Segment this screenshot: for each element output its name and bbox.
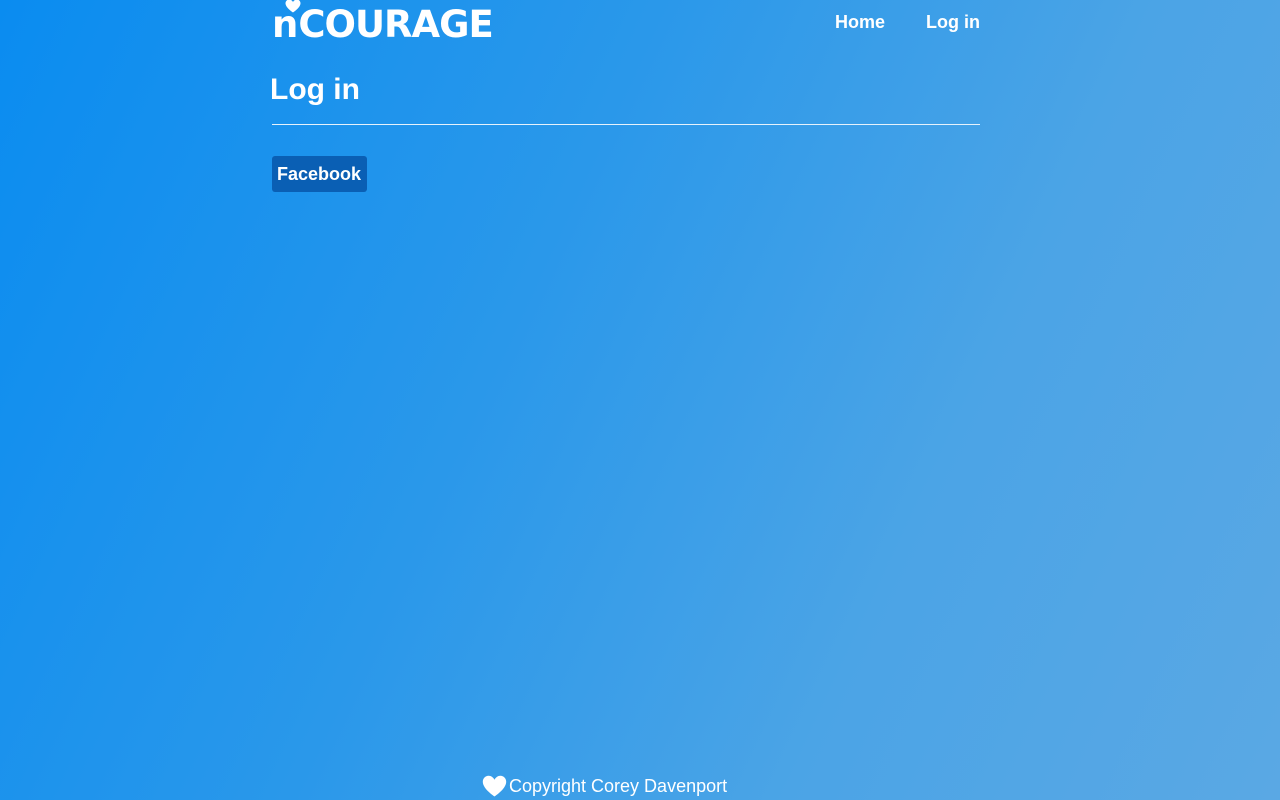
title-divider [272,124,980,125]
site-logo[interactable]: n COURAGE [272,0,494,46]
page-container: n COURAGE Home Log in Log in Facebook [270,0,980,192]
site-header: n COURAGE Home Log in [272,0,980,50]
logo-heart-icon [285,0,301,13]
copyright-text: Copyright Corey Davenport [509,776,728,796]
page-title: Log in [270,73,360,106]
heart-icon [482,775,507,797]
site-footer: Copyright Corey Davenport [482,774,727,798]
nav-login-link[interactable]: Log in [926,11,980,33]
nav-home-link[interactable]: Home [835,11,885,33]
facebook-login-button[interactable]: Facebook [272,156,368,192]
logo-wordmark: COURAGE [298,3,493,46]
main-nav: Home Log in [835,11,980,33]
